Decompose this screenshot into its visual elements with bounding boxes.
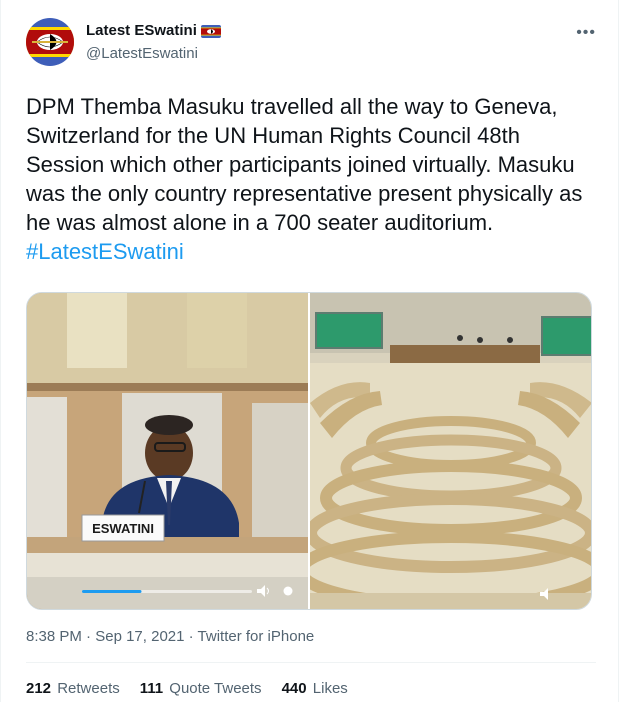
- timestamp: 8:38 PM · Sep 17, 2021 · Twitter for iPh…: [26, 628, 314, 645]
- tweet-date[interactable]: Sep 17, 2021: [95, 628, 184, 645]
- nameplate: ESWATINI: [92, 521, 154, 536]
- tweet-card: Latest ESwatini @LatestEswatini ••• DPM …: [0, 0, 619, 702]
- quote-tweets-stat[interactable]: 111 Quote Tweets: [140, 680, 262, 697]
- tweet-time[interactable]: 8:38 PM: [26, 628, 82, 645]
- video-thumbnail[interactable]: ESWATINI: [27, 293, 308, 609]
- quotes-count: 111: [139, 680, 164, 697]
- likes-label: Likes: [312, 680, 348, 697]
- meta-separator: ·: [184, 628, 198, 645]
- retweets-stat[interactable]: 212 Retweets: [26, 680, 120, 697]
- meta-separator: ·: [81, 628, 96, 645]
- settings-icon[interactable]: [283, 586, 293, 596]
- author-name[interactable]: Latest ESwatini: [86, 22, 197, 39]
- divider: [26, 662, 596, 663]
- likes-count: 440: [281, 680, 307, 697]
- more-icon[interactable]: •••: [576, 24, 596, 42]
- retweets-label: Retweets: [57, 680, 120, 697]
- video-progress-fill: [82, 590, 142, 593]
- hashtag-link[interactable]: #LatestESwatini: [26, 237, 601, 266]
- eswatini-flag-icon: [201, 25, 221, 38]
- retweets-count: 212: [26, 680, 52, 697]
- engagement-stats: 212 Retweets 111 Quote Tweets 440 Likes: [26, 680, 348, 697]
- tweet-text: DPM Themba Masuku travelled all the way …: [26, 92, 601, 266]
- auditorium-photo[interactable]: [310, 293, 591, 609]
- tweet-media[interactable]: ESWATINI: [26, 292, 592, 610]
- author-handle[interactable]: @LatestEswatini: [86, 45, 198, 62]
- tweet-source[interactable]: Twitter for iPhone: [198, 628, 315, 645]
- quotes-label: Quote Tweets: [169, 680, 262, 697]
- likes-stat[interactable]: 440 Likes: [282, 680, 348, 697]
- avatar[interactable]: [26, 18, 74, 66]
- tweet-body: DPM Themba Masuku travelled all the way …: [26, 94, 583, 235]
